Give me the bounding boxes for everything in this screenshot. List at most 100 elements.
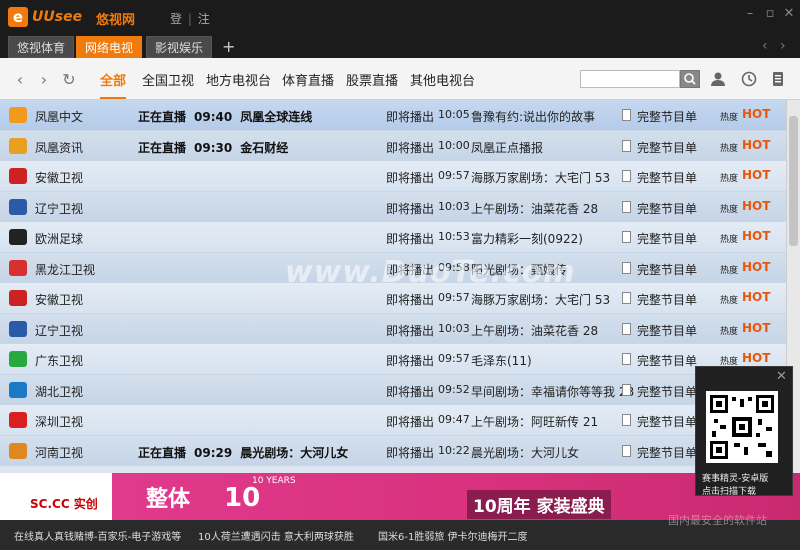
- channel-name[interactable]: 辽宁卫视: [35, 322, 83, 339]
- live-now[interactable]: 正在直播 09:29 晨光剧场：大河儿女: [138, 444, 348, 461]
- channel-row[interactable]: 凤凰资讯 正在直播 09:30 金石财经 即将播出 10:00 凤凰正点播报 完整节目单 热度 H…: [0, 130, 786, 161]
- channel-logo-icon: [9, 168, 27, 184]
- navtab-national[interactable]: 全国卫视: [142, 70, 194, 89]
- full-schedule-link[interactable]: 完整节目单: [637, 169, 697, 186]
- full-schedule-link[interactable]: 完整节目单: [637, 108, 697, 125]
- channel-name[interactable]: 湖北卫视: [35, 383, 83, 400]
- channel-name[interactable]: 黑龙江卫视: [35, 261, 95, 278]
- channel-name[interactable]: 辽宁卫视: [35, 200, 83, 217]
- live-now[interactable]: 正在直播 09:40 凤凰全球连线: [138, 108, 312, 125]
- qr-popup: ✕ 赛事精灵-安卓版 点击扫描下载: [695, 366, 793, 497]
- hot-label: 热度: [720, 204, 739, 215]
- search-icon[interactable]: [680, 70, 700, 88]
- full-schedule-link[interactable]: 完整节目单: [637, 383, 697, 400]
- refresh-icon[interactable]: ↻: [61, 70, 77, 89]
- navtab-local[interactable]: 地方电视台: [206, 70, 271, 89]
- tab-entertainment[interactable]: 影视娱乐: [146, 36, 213, 58]
- channel-logo-icon: [9, 290, 27, 306]
- tab-sports[interactable]: 悠视体育: [8, 36, 75, 58]
- scrollbar-thumb[interactable]: [789, 116, 798, 246]
- back-icon[interactable]: ‹: [12, 70, 28, 89]
- document-icon: [622, 383, 631, 396]
- channel-name[interactable]: 河南卫视: [35, 444, 83, 461]
- popup-close-icon[interactable]: ✕: [776, 369, 787, 384]
- upcoming-program: 上午剧场：阿旺新传 21: [471, 415, 599, 429]
- full-schedule-link[interactable]: 完整节目单: [637, 261, 697, 278]
- channel-logo-icon: [9, 442, 27, 459]
- upcoming-time: 09:57: [438, 352, 470, 365]
- hot-badge: HOT: [742, 259, 771, 274]
- full-schedule-link[interactable]: 完整节目单: [637, 352, 697, 369]
- upcoming-time: 09:52: [438, 382, 470, 396]
- upcoming-time: 09:57: [438, 169, 470, 182]
- document-icon: [622, 109, 631, 121]
- live-program: 晨光剧场：大河儿女: [240, 445, 349, 460]
- register-link[interactable]: 注: [198, 12, 210, 26]
- full-schedule-link[interactable]: 完整节目单: [637, 444, 697, 461]
- full-schedule-link[interactable]: 完整节目单: [637, 139, 697, 156]
- hot-label: 热度: [720, 326, 739, 337]
- login-link[interactable]: 登: [170, 12, 182, 26]
- forward-icon[interactable]: ›: [36, 70, 52, 89]
- hot-label: 热度: [720, 235, 739, 245]
- channel-name[interactable]: 凤凰资讯: [35, 139, 83, 156]
- channel-name[interactable]: 欧洲足球: [35, 230, 83, 247]
- channel-row[interactable]: 欧洲足球 即将播出 10:53 富力精彩一刻(0922) 完整节目单 热度 HOT: [0, 222, 786, 253]
- full-schedule-link[interactable]: 完整节目单: [637, 322, 697, 339]
- tab-network-tv[interactable]: 网络电视: [76, 36, 143, 58]
- full-schedule-link[interactable]: 完整节目单: [637, 230, 697, 247]
- channel-row[interactable]: 凤凰中文 正在直播 09:40 凤凰全球连线 即将播出 10:05 鲁豫有约:说出你的故事 完…: [0, 100, 786, 131]
- tab-next-icon[interactable]: ›: [780, 38, 786, 54]
- live-label: 正在直播: [138, 140, 187, 155]
- document-icon: [622, 261, 631, 274]
- add-tab-icon[interactable]: +: [222, 37, 235, 56]
- channel-name[interactable]: 凤凰中文: [35, 108, 83, 125]
- channel-name[interactable]: 广东卫视: [35, 352, 83, 369]
- channel-row[interactable]: 辽宁卫视 即将播出 10:03 上午剧场：油菜花香 28 完整节目单 热度 HOT: [0, 313, 786, 344]
- channel-row[interactable]: 广东卫视 即将播出 09:57 毛泽东(11) 完整节目单 热度 HOT: [0, 344, 786, 375]
- channel-name[interactable]: 安徽卫视: [35, 169, 83, 186]
- close-icon[interactable]: ✕: [781, 6, 797, 21]
- channel-row[interactable]: 湖北卫视即将播出09:52早间剧场：幸福请你等等我 28完整节目单热度HOT: [0, 374, 786, 405]
- tab-prev-icon[interactable]: ‹: [762, 38, 768, 54]
- popup-line-1: 赛事精灵-安卓版: [702, 474, 769, 484]
- minimize-icon[interactable]: –: [742, 6, 758, 21]
- channel-name[interactable]: 安徽卫视: [35, 291, 83, 308]
- live-time: 09:40: [194, 110, 233, 124]
- news-link[interactable]: 在线真人真钱赌博-百家乐-电子游戏等: [14, 528, 181, 543]
- title-bar: e UUsee 悠视网 登 | 注 – ▫ ✕: [0, 0, 800, 34]
- live-now[interactable]: 正在直播 09:30 金石财经: [138, 139, 288, 156]
- history-icon[interactable]: [741, 71, 757, 87]
- upcoming-program: 早间剧场：幸福请你等等我 28: [471, 384, 635, 399]
- channel-name[interactable]: 深圳卫视: [35, 413, 83, 430]
- full-schedule-link[interactable]: 完整节目单: [637, 413, 697, 430]
- channel-row[interactable]: 辽宁卫视 即将播出 10:03 上午剧场：油菜花香 28 完整节目单 热度 HOT: [0, 191, 786, 222]
- document-icon: [622, 139, 631, 152]
- full-schedule-link[interactable]: 完整节目单: [637, 291, 697, 308]
- upcoming-program: 凤凰正点播报: [471, 140, 544, 155]
- live-program: 凤凰全球连线: [240, 110, 313, 124]
- upcoming-time: 10:03: [438, 199, 470, 213]
- hot-label: 热度: [720, 296, 739, 306]
- channel-row[interactable]: 河南卫视 正在直播 09:29 晨光剧场：大河儿女 即将播出 10:22 晨光剧场：大河儿女…: [0, 435, 786, 466]
- navtab-other[interactable]: 其他电视台: [410, 70, 475, 89]
- upcoming-label: 即将播出: [386, 293, 435, 307]
- restore-icon[interactable]: ▫: [762, 6, 778, 21]
- channel-logo-icon: [9, 412, 27, 428]
- search-input[interactable]: [580, 70, 680, 88]
- news-link[interactable]: 国米6-1胜弱旅 伊卡尔迪梅开二度: [378, 528, 528, 543]
- news-link[interactable]: 10人荷兰遭遇闪击 意大利两球获胜: [198, 528, 354, 543]
- menu-icon[interactable]: [770, 71, 786, 87]
- app-logo-text: UUsee: [32, 9, 83, 25]
- channel-row[interactable]: 安徽卫视 即将播出 09:57 海豚万家剧场：大宅门 53 完整节目单 热度 HOT: [0, 161, 786, 192]
- full-schedule-link[interactable]: 完整节目单: [637, 200, 697, 217]
- user-icon[interactable]: [710, 71, 726, 87]
- document-icon: [622, 414, 631, 426]
- hot-badge: HOT: [742, 137, 771, 152]
- navtab-all[interactable]: 全部: [100, 70, 127, 99]
- navtab-sports[interactable]: 体育直播: [282, 70, 334, 89]
- navtab-stocks[interactable]: 股票直播: [346, 70, 398, 89]
- document-icon: [622, 322, 631, 335]
- live-time: 09:29: [194, 445, 233, 460]
- channel-row[interactable]: 深圳卫视即将播出09:47上午剧场：阿旺新传 21完整节目单热度HOT: [0, 405, 786, 436]
